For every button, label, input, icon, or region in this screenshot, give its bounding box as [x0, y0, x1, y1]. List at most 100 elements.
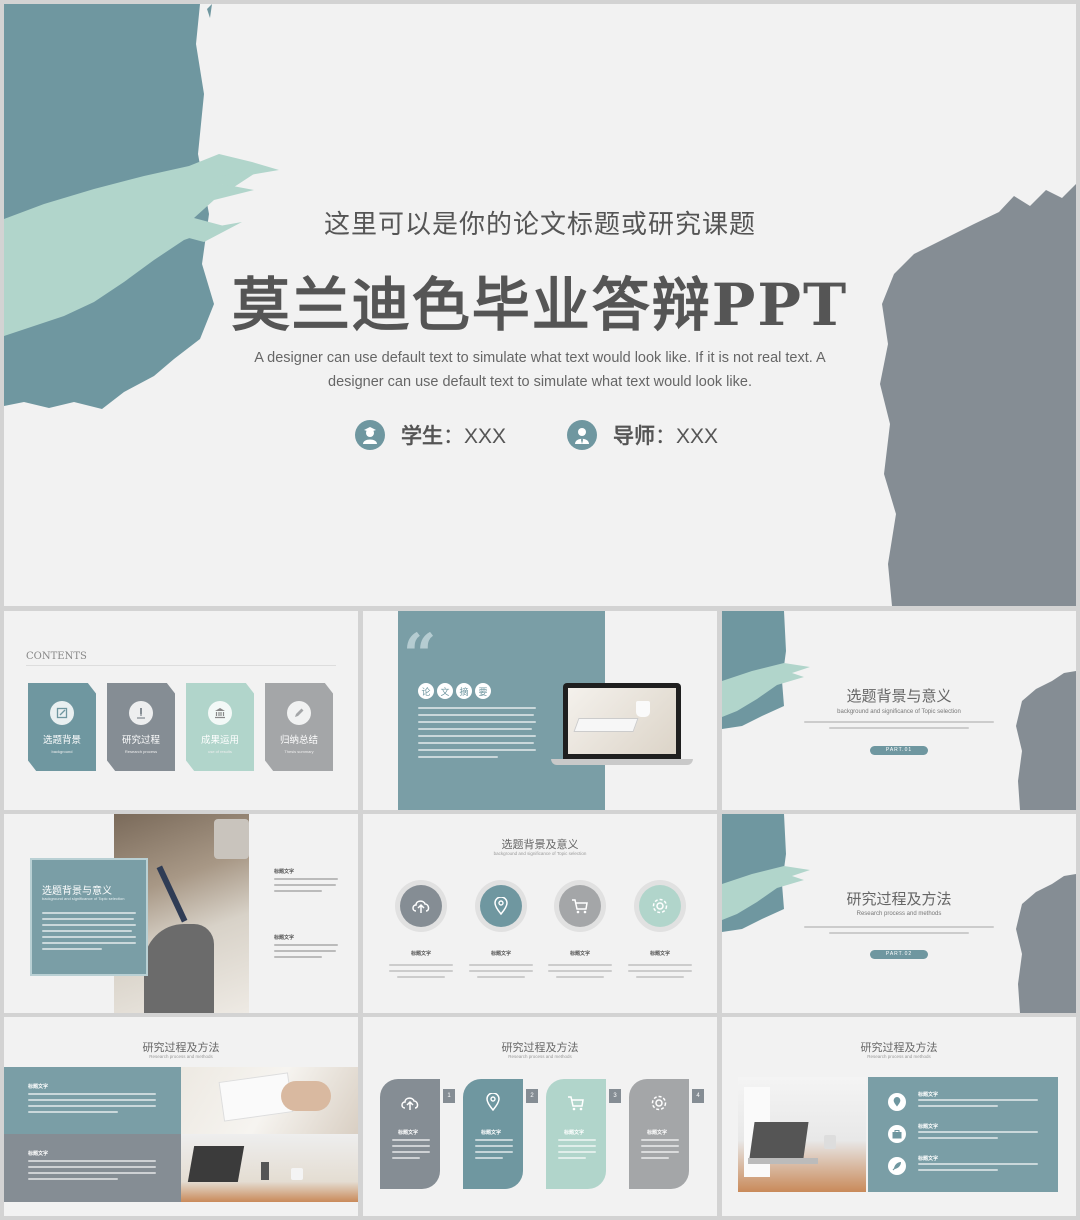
contents-en-2: Research process: [124, 749, 158, 754]
research2-card-3: 标题文字: [546, 1079, 606, 1189]
location-pin-icon: [486, 1092, 500, 1116]
cover-description-line-1: A designer can use default text to simul…: [254, 350, 826, 366]
hands-chart-photo: [181, 1067, 358, 1134]
icon-item-1: 标题文字: [395, 880, 447, 957]
thumb-background[interactable]: 选题背景与意义 background and significance of T…: [4, 814, 358, 1013]
mentor-label: 导师: [613, 425, 655, 448]
icon-item-3: 标题文字: [554, 880, 606, 957]
contents-tile-1[interactable]: 选题背景 background: [28, 683, 96, 771]
background-title: 选题背景与意义: [42, 886, 112, 897]
section2-part-badge: PART.02: [870, 950, 928, 959]
thumb-abstract[interactable]: “ 论 文 摘 要: [363, 611, 717, 810]
gear-icon: [639, 885, 681, 927]
teal-brush-stroke-small: [722, 611, 810, 729]
thumb-icons[interactable]: 选题背景及意义 background and significance of T…: [363, 814, 717, 1013]
contents-tile-2[interactable]: 研究过程 Research process: [107, 683, 175, 771]
contents-en-4: Thesis summary: [284, 749, 314, 754]
contents-label-4: 归纳总结: [279, 735, 318, 746]
contents-label-1: 选题背景: [42, 735, 81, 746]
research2-label-2: 标题文字: [481, 1130, 502, 1136]
cover-slide[interactable]: 这里可以是你的论文标题或研究课题 莫兰迪色毕业答辩PPT A designer …: [4, 4, 1076, 606]
pen-icon: [287, 701, 311, 725]
research2-num-4: 4: [692, 1089, 704, 1103]
thumb-section-2[interactable]: 研究过程及方法 Research process and methods PAR…: [722, 814, 1076, 1013]
cloud-upload-icon: [400, 885, 442, 927]
mentor-value: ：XXX: [655, 425, 719, 448]
research2-label-4: 标题文字: [647, 1130, 668, 1136]
teacher-avatar-icon: [567, 420, 597, 450]
background-subtitle: background and significance of Topic sel…: [42, 896, 125, 901]
icon-item-label-4: 标题文字: [649, 951, 670, 957]
microscope-icon: [129, 701, 153, 725]
research2-card-2: 标题文字: [463, 1079, 523, 1189]
research1-subtitle: Research process and methods: [149, 1054, 213, 1059]
student-label: 学生: [401, 425, 443, 448]
research1-band-top: 标题文字: [4, 1067, 181, 1134]
research3-label-1: 标题文字: [918, 1092, 939, 1098]
research3-label-2: 标题文字: [918, 1124, 939, 1130]
icon-item-4: 标题文字: [634, 880, 686, 957]
briefcase-icon: [888, 1125, 906, 1143]
location-pin-icon: [480, 885, 522, 927]
research3-subtitle: Research process and methods: [867, 1054, 931, 1059]
thumb-research-1[interactable]: 研究过程及方法 Research process and methods 标题文…: [4, 1017, 358, 1216]
section2-subtitle: Research process and methods: [856, 911, 942, 917]
thumb-research-2[interactable]: 研究过程及方法 Research process and methods 标题文…: [363, 1017, 717, 1216]
mentor-info: 导师 ：XXX: [567, 420, 718, 450]
slate-brush-stroke: [880, 184, 1076, 606]
abstract-char-4: 要: [475, 683, 491, 699]
research1-label-1: 标题文字: [28, 1084, 49, 1090]
abstract-title: 论 文 摘 要: [418, 683, 491, 699]
background-label-2: 标题文字: [274, 935, 295, 941]
cover-description: A designer can use default text to simul…: [204, 346, 876, 394]
research1-band-bottom: 标题文字: [4, 1134, 181, 1202]
research2-num-3: 3: [609, 1089, 621, 1103]
abstract-char-1: 论: [418, 683, 434, 699]
bank-icon: [208, 701, 232, 725]
research3-panel: 标题文字 标题文字 标题文字: [868, 1077, 1058, 1192]
research2-label-3: 标题文字: [564, 1130, 585, 1136]
teal-brush-stroke-small-2: [722, 814, 810, 932]
contents-tile-4[interactable]: 归纳总结 Thesis summary: [265, 683, 333, 771]
icon-item-label-1: 标题文字: [410, 951, 431, 957]
edit-icon: [50, 701, 74, 725]
cover-subtitle: 这里可以是你的论文标题或研究课题: [323, 209, 756, 239]
research1-label-2: 标题文字: [28, 1151, 49, 1157]
research2-card-1: 标题文字: [380, 1079, 440, 1189]
rocket-icon: [888, 1157, 906, 1175]
contents-en-3: use of results: [208, 749, 232, 754]
quote-mark-icon: “: [403, 621, 437, 689]
thumb-contents[interactable]: CONTENTS 选题背景 background 研究过程 Research p…: [4, 611, 358, 810]
laptop-photo: [551, 683, 693, 767]
section1-part-badge: PART.01: [870, 746, 928, 755]
research2-num-1: 1: [443, 1089, 455, 1103]
desk-laptop-photo: [181, 1134, 358, 1202]
thumb-research-3[interactable]: 研究过程及方法 Research process and methods 标题文…: [722, 1017, 1076, 1216]
contents-tile-3[interactable]: 成果运用 use of results: [186, 683, 254, 771]
gear-icon: [650, 1094, 668, 1117]
section2-title: 研究过程及方法: [846, 890, 952, 908]
contents-label-2: 研究过程: [121, 735, 160, 746]
student-avatar-icon: [355, 420, 385, 450]
cloud-upload-icon: [400, 1095, 420, 1116]
icon-item-2: 标题文字: [475, 880, 527, 957]
location-pin-icon: [888, 1093, 906, 1111]
research2-card-4: 标题文字: [629, 1079, 689, 1189]
research2-subtitle: Research process and methods: [508, 1054, 572, 1059]
thumb-section-1[interactable]: 选题背景与意义 background and significance of T…: [722, 611, 1076, 810]
icons-slide-subtitle: background and significance of Topic sel…: [493, 851, 587, 856]
abstract-char-3: 摘: [456, 683, 472, 699]
shopping-cart-icon: [567, 1095, 585, 1116]
background-label-1: 标题文字: [274, 869, 295, 875]
research1-title: 研究过程及方法: [142, 1041, 220, 1054]
contents-heading: CONTENTS: [26, 651, 87, 662]
student-info: 学生 ：XXX: [355, 420, 506, 450]
section2-body: [804, 926, 994, 940]
icons-slide-title: 选题背景及意义: [501, 838, 579, 851]
abstract-body-text: [418, 707, 538, 763]
section1-body: [804, 721, 994, 735]
research2-num-2: 2: [526, 1089, 538, 1103]
research3-label-3: 标题文字: [918, 1156, 939, 1162]
cover-title: 莫兰迪色毕业答辩PPT: [231, 271, 849, 339]
office-laptop-photo: [738, 1077, 866, 1192]
